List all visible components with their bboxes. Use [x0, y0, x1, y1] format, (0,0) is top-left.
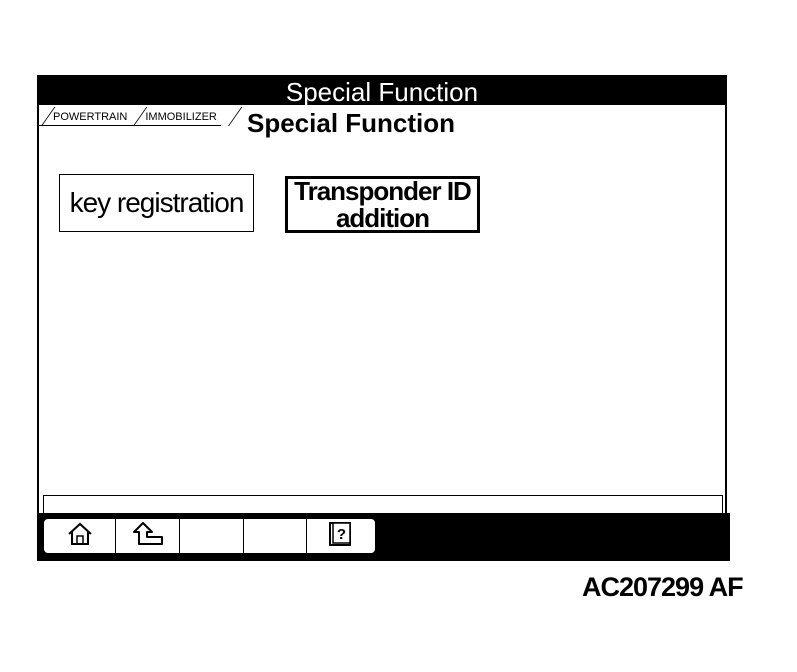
transponder-id-label-line2: addition [335, 202, 430, 233]
transponder-id-label-line1: Transponder ID [294, 175, 472, 206]
document-code: AC207299 AF [582, 572, 744, 602]
bottom-toolbar-bar: ? [37, 513, 730, 561]
breadcrumb-item-powertrain[interactable]: POWERTRAIN [39, 109, 132, 126]
transponder-id-addition-button[interactable]: Transponder ID addition [285, 176, 480, 233]
page-title: Special Function [247, 108, 456, 138]
home-icon [66, 520, 94, 553]
message-area [43, 495, 723, 513]
back-arrow-icon [131, 520, 165, 553]
key-registration-label: key registration [69, 187, 245, 218]
help-book-icon: ? [327, 520, 353, 553]
back-button[interactable] [116, 519, 180, 553]
toolbar-blank-button-1[interactable] [180, 519, 244, 553]
breadcrumb-item-immobilizer[interactable]: IMMOBILIZER [131, 109, 221, 126]
device-screen: Special Function POWERTRAIN IMMOBILIZER … [37, 75, 730, 561]
help-button[interactable]: ? [307, 519, 373, 553]
toolbar-blank-button-2[interactable] [244, 519, 307, 553]
home-button[interactable] [44, 519, 116, 553]
window-title: Special Function [39, 77, 725, 107]
key-registration-button[interactable]: key registration [59, 174, 254, 232]
breadcrumb: POWERTRAIN IMMOBILIZER [39, 108, 221, 126]
toolbar: ? [42, 517, 377, 555]
svg-text:?: ? [337, 526, 346, 543]
